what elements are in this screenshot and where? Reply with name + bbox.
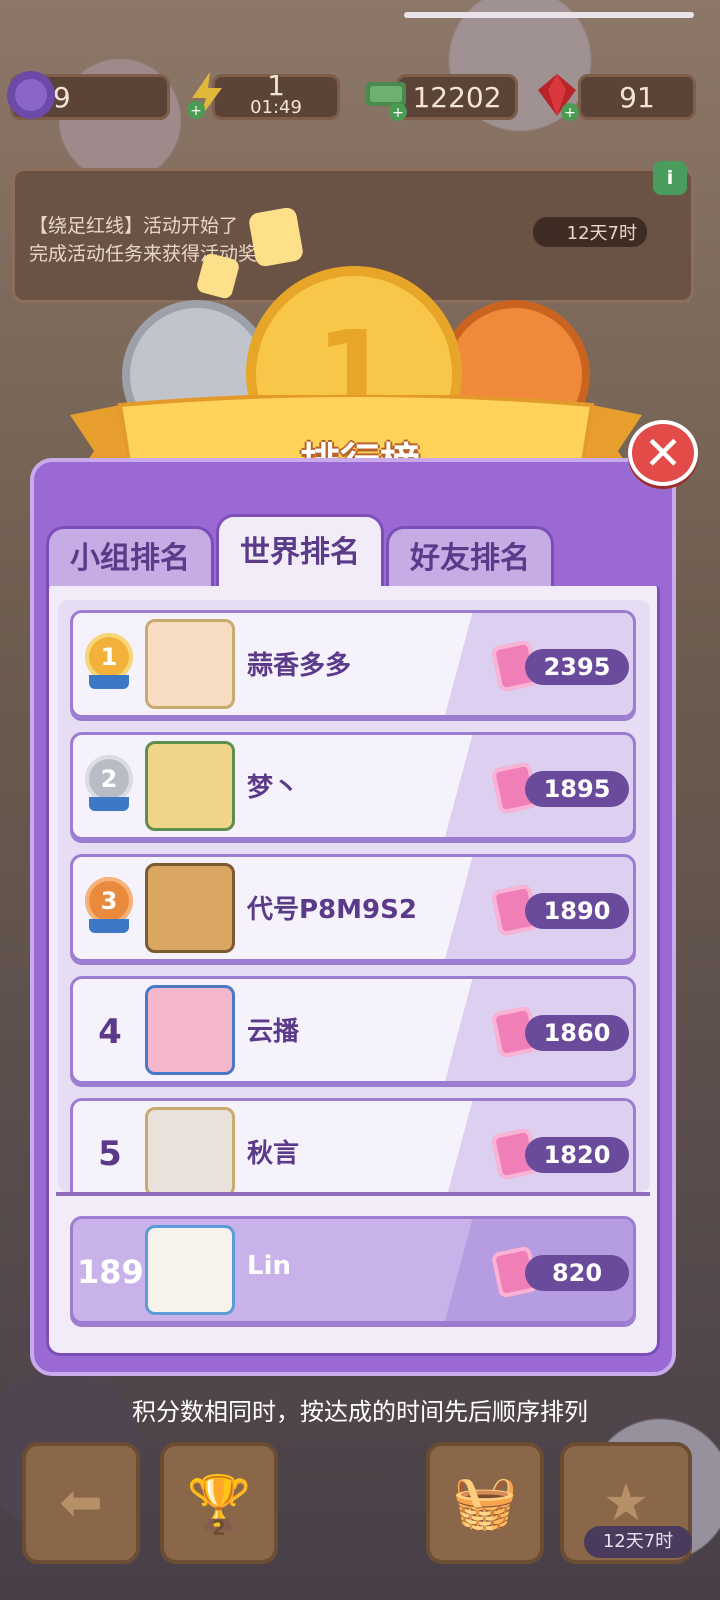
avatar[interactable] <box>145 985 235 1075</box>
tab-label: 世界排名 <box>240 535 360 570</box>
info-icon[interactable]: i <box>653 161 687 195</box>
avatar[interactable] <box>145 863 235 953</box>
self-player-score: 820 <box>525 1255 629 1291</box>
player-score: 1820 <box>525 1137 629 1173</box>
list-divider <box>56 1192 650 1196</box>
row-clip: 5 秋言 1820 <box>58 1096 650 1192</box>
rank-number: 4 <box>98 1012 122 1052</box>
event-title: 【绕足红线】活动开始了 <box>29 215 239 237</box>
tab-label: 小组排名 <box>70 541 190 576</box>
player-score: 1860 <box>525 1015 629 1051</box>
tab-label: 好友排名 <box>410 541 530 576</box>
player-score: 2395 <box>525 649 629 685</box>
gem-value: 91 <box>619 80 655 114</box>
ranking-row[interactable]: 5 秋言 1820 <box>70 1098 636 1192</box>
trophy-button[interactable]: 🏆 2 <box>160 1442 278 1564</box>
ranking-footnote: 积分数相同时，按达成的时间先后顺序排列 <box>132 1398 588 1426</box>
player-score: 1890 <box>525 893 629 929</box>
back-button[interactable]: ⬅ <box>22 1442 140 1564</box>
player-name: 云播 <box>247 1017 300 1047</box>
ranking-row[interactable]: 1 蒜香多多 2395 <box>70 610 636 718</box>
gem-display[interactable]: 91 <box>578 74 696 120</box>
energy-value: 1 <box>267 69 285 102</box>
home-indicator <box>404 12 694 18</box>
gold-medal-icon: 1 <box>85 633 133 681</box>
avatar[interactable] <box>145 1107 235 1192</box>
self-ranking-row[interactable]: 189 Lin 820 <box>70 1216 636 1324</box>
silver-medal-icon: 2 <box>85 755 133 803</box>
cash-value: 12202 <box>412 80 502 114</box>
cash-icon: + <box>366 82 407 121</box>
basket-icon: 🧺 <box>452 1473 518 1533</box>
cash-display[interactable]: 12202 <box>396 74 518 120</box>
self-player-name: Lin <box>247 1251 291 1281</box>
lightning-icon: + <box>187 72 222 119</box>
avatar[interactable] <box>145 619 235 709</box>
medal-ribbon <box>89 797 129 811</box>
tab-friend-ranking[interactable]: 好友排名 <box>386 526 554 590</box>
player-name: 梦丶 <box>247 773 300 803</box>
svg-text:+: + <box>392 105 404 121</box>
svg-text:+: + <box>190 103 202 119</box>
trophy-badge: 2 <box>212 1516 226 1540</box>
ruby-icon: + <box>538 74 579 121</box>
rank-number: 1 <box>100 643 118 671</box>
close-icon: ✕ <box>643 426 683 480</box>
rank-number: 5 <box>98 1134 122 1174</box>
bottom-event-timer: 12天7时 <box>584 1526 692 1558</box>
arrow-left-icon: ⬅ <box>59 1473 103 1533</box>
rank-number: 2 <box>100 765 118 793</box>
tab-group-ranking[interactable]: 小组排名 <box>46 526 214 590</box>
close-button[interactable]: ✕ <box>628 420 698 486</box>
energy-timer: 01:49 <box>250 97 302 118</box>
basket-button[interactable]: 🧺 <box>426 1442 544 1564</box>
bronze-medal-icon: 3 <box>85 877 133 925</box>
ranking-row[interactable]: 2 梦丶 1895 <box>70 732 636 840</box>
tab-world-ranking[interactable]: 世界排名 <box>216 514 384 590</box>
trophy-icon: 🏆 <box>186 1473 252 1533</box>
event-timer: 12天7时 <box>532 217 647 247</box>
ranking-row[interactable]: 4 云播 1860 <box>70 976 636 1084</box>
lantern-icon <box>247 206 305 268</box>
player-score: 1895 <box>525 771 629 807</box>
svg-text:+: + <box>564 105 576 121</box>
level-flower-icon <box>7 71 55 119</box>
ranking-row[interactable]: 3 代号P8M9S2 1890 <box>70 854 636 962</box>
medal-ribbon <box>89 675 129 689</box>
player-name: 秋言 <box>247 1139 300 1169</box>
avatar[interactable] <box>145 741 235 831</box>
medal-ribbon <box>89 919 129 933</box>
rank-number: 3 <box>100 887 118 915</box>
player-name: 蒜香多多 <box>247 651 352 681</box>
self-rank-number: 189 <box>77 1253 144 1291</box>
avatar[interactable] <box>145 1225 235 1315</box>
player-name: 代号P8M9S2 <box>247 895 417 925</box>
